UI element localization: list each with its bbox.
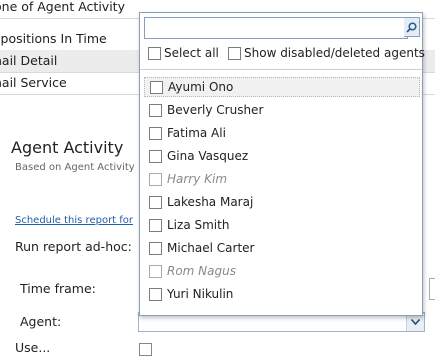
- agent-name: Lakesha Maraj: [167, 195, 254, 209]
- agent-item[interactable]: Lakesha Maraj: [144, 192, 420, 212]
- timeframe-select[interactable]: [429, 278, 435, 300]
- show-disabled-option[interactable]: Show disabled/deleted agents: [228, 46, 425, 60]
- show-disabled-label: Show disabled/deleted agents: [244, 46, 425, 60]
- run-adhoc-label: Run report ad-hoc:: [15, 239, 132, 254]
- agent-name: Beverly Crusher: [167, 103, 264, 117]
- agent-checkbox[interactable]: [149, 218, 162, 232]
- agent-item[interactable]: Ayumi Ono: [144, 77, 420, 97]
- report-row-label: nail Detail: [0, 53, 58, 68]
- agent-name: Michael Carter: [167, 241, 255, 255]
- agent-checkbox[interactable]: [150, 80, 163, 94]
- show-disabled-checkbox[interactable]: [228, 46, 241, 60]
- schedule-report-link[interactable]: Schedule this report for: [15, 215, 133, 226]
- agent-item[interactable]: Beverly Crusher: [144, 100, 420, 120]
- agent-name: Liza Smith: [167, 218, 230, 232]
- dropdown-options-bar: Select all Show disabled/deleted agents: [140, 41, 425, 70]
- agent-name: Rom Nagus: [167, 264, 236, 278]
- agent-item[interactable]: Liza Smith: [144, 215, 420, 235]
- agent-dropdown-popup: Select all Show disabled/deleted agents …: [139, 12, 425, 316]
- agent-checkbox[interactable]: [149, 126, 162, 140]
- agent-checkbox[interactable]: [149, 103, 162, 117]
- agent-label: Agent:: [20, 314, 62, 329]
- section-title: Agent Activity: [11, 138, 124, 157]
- agent-checkbox[interactable]: [149, 264, 162, 278]
- next-form-checkbox[interactable]: [139, 343, 152, 356]
- agent-name: Harry Kim: [167, 172, 228, 186]
- agent-checkbox[interactable]: [149, 241, 162, 255]
- agent-item[interactable]: Yuri Nikulin: [144, 284, 420, 304]
- agent-name: Ayumi Ono: [168, 80, 234, 94]
- agent-item[interactable]: Fatima Ali: [144, 123, 420, 143]
- agent-checkbox[interactable]: [149, 172, 162, 186]
- select-all-option[interactable]: Select all: [148, 46, 219, 60]
- agent-name: Fatima Ali: [167, 126, 226, 140]
- section-subtitle: Based on Agent Activity: [15, 162, 135, 173]
- agent-search-input[interactable]: [144, 17, 408, 39]
- agent-name: Yuri Nikulin: [167, 287, 234, 301]
- agent-checkbox[interactable]: [149, 287, 162, 301]
- agent-item-disabled[interactable]: Harry Kim: [144, 169, 420, 189]
- agent-item[interactable]: Michael Carter: [144, 238, 420, 258]
- agent-item[interactable]: Gina Vasquez: [144, 146, 420, 166]
- report-row-label: one of Agent Activity: [0, 0, 125, 14]
- agent-checkbox[interactable]: [149, 195, 162, 209]
- timeframe-label: Time frame:: [20, 281, 96, 296]
- agent-item-disabled[interactable]: Rom Nagus: [144, 261, 420, 281]
- select-all-label: Select all: [164, 46, 219, 60]
- report-row-label: nail Service: [0, 75, 67, 90]
- agent-checkbox[interactable]: [149, 149, 162, 163]
- agent-name: Gina Vasquez: [167, 149, 249, 163]
- search-icon[interactable]: [404, 17, 420, 37]
- select-all-checkbox[interactable]: [148, 46, 161, 60]
- report-row-label: spositions In Time: [0, 31, 107, 46]
